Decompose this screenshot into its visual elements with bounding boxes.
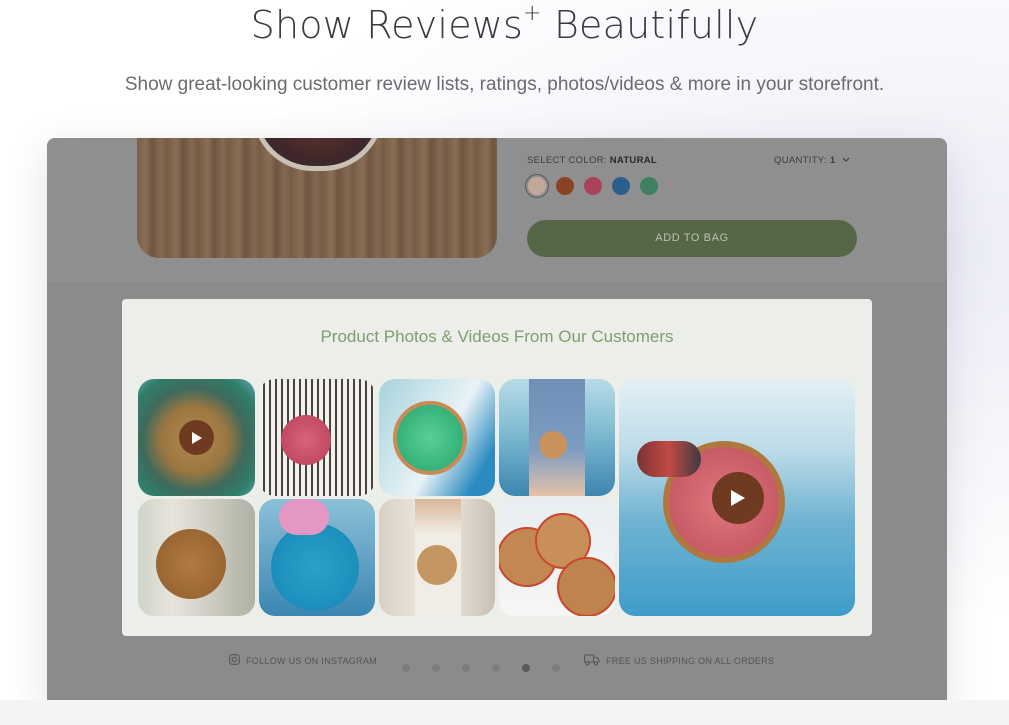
color-swatch[interactable] <box>584 177 602 195</box>
instagram-label: FOLLOW US ON INSTAGRAM <box>246 655 377 666</box>
color-swatch[interactable] <box>640 177 658 195</box>
carousel-dots <box>402 664 560 672</box>
pink-scarf-image <box>279 499 329 535</box>
shipping-label: FREE US SHIPPING ON ALL ORDERS <box>606 656 775 666</box>
small-bag-image <box>539 431 567 459</box>
product-plate-image <box>252 138 384 171</box>
gallery-photo-tile[interactable] <box>499 379 615 496</box>
carousel-dot[interactable] <box>462 664 470 672</box>
truck-icon <box>584 654 600 668</box>
instagram-link[interactable]: FOLLOW US ON INSTAGRAM <box>229 654 377 667</box>
storefront-mockup: SELECT COLOR: NATURAL QUANTITY: 1 ADD TO… <box>47 138 947 708</box>
product-section: SELECT COLOR: NATURAL QUANTITY: 1 ADD TO… <box>47 138 947 282</box>
page-headline: Show Reviews+ Beautifully <box>0 1 1009 47</box>
add-to-bag-button[interactable]: ADD TO BAG <box>527 220 857 257</box>
gallery-photo-tile[interactable] <box>259 379 375 496</box>
chevron-down-icon <box>842 155 850 166</box>
select-color-text: SELECT COLOR: <box>527 155 607 166</box>
play-icon[interactable] <box>179 420 214 455</box>
carousel-dot[interactable] <box>432 664 440 672</box>
headline-text-end: Beautifully <box>541 3 759 47</box>
green-bag-image <box>393 401 467 475</box>
blue-bag-image <box>271 523 359 611</box>
quantity-value: 1 <box>829 155 836 166</box>
color-swatch-selected[interactable] <box>528 177 546 195</box>
color-swatch[interactable] <box>612 177 630 195</box>
carousel-dot[interactable] <box>492 664 500 672</box>
gallery-photo-tile[interactable] <box>379 379 495 496</box>
carousel-dot-active[interactable] <box>522 664 530 672</box>
brown-bag-image <box>156 529 226 599</box>
product-image <box>137 138 497 258</box>
customer-gallery-card: Product Photos & Videos From Our Custome… <box>122 299 872 636</box>
select-color-label: SELECT COLOR: NATURAL <box>527 155 657 166</box>
play-icon[interactable] <box>712 472 764 524</box>
bottom-strip <box>0 700 1009 725</box>
tan-bag-image <box>417 545 457 585</box>
selected-color-value: NATURAL <box>609 155 658 166</box>
page-subtitle: Show great-looking customer review lists… <box>124 74 885 95</box>
gallery-photo-tile[interactable] <box>499 499 615 616</box>
headline-plus: + <box>523 1 542 26</box>
gallery-video-tile-large[interactable] <box>619 379 855 616</box>
bag-image-3 <box>557 557 615 616</box>
free-shipping-info: FREE US SHIPPING ON ALL ORDERS <box>584 654 774 668</box>
gallery-photo-tile[interactable] <box>379 499 495 616</box>
headline-text: Show Reviews <box>250 3 524 47</box>
color-swatch[interactable] <box>556 177 574 195</box>
quantity-selector[interactable]: QUANTITY: 1 <box>774 155 850 166</box>
gallery-title: Product Photos & Videos From Our Custome… <box>320 327 674 346</box>
pink-bag-image <box>281 415 331 465</box>
gallery-video-tile[interactable] <box>138 379 255 496</box>
carousel-dot[interactable] <box>402 664 410 672</box>
carousel-dot[interactable] <box>552 664 560 672</box>
color-swatches <box>528 177 658 195</box>
scarf-image <box>637 441 701 477</box>
quantity-label: QUANTITY: <box>774 155 827 166</box>
gallery-photo-tile[interactable] <box>138 499 255 616</box>
gallery-photo-tile[interactable] <box>259 499 375 616</box>
instagram-icon <box>229 654 240 667</box>
